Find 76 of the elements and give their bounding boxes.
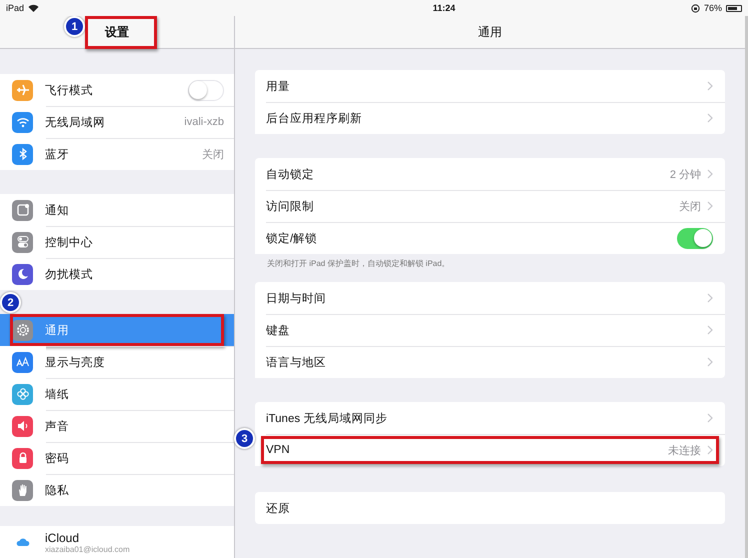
settings-item[interactable]: 无线局域网 ivali-xzb: [0, 106, 234, 138]
battery-icon: [726, 4, 742, 12]
row-label: VPN: [266, 444, 291, 456]
settings-item[interactable]: 隐私: [0, 474, 234, 506]
callout-badge: 1: [64, 16, 85, 37]
chevron-icon: [707, 325, 713, 335]
row-label: 键盘: [266, 324, 291, 338]
item-value: 关闭: [202, 148, 224, 162]
settings-item[interactable]: 飞行模式: [0, 74, 234, 106]
row-label: 自动锁定: [266, 168, 315, 182]
row-label: iTunes 无线局域网同步: [266, 412, 388, 426]
row-label: 用量: [266, 80, 291, 94]
device-name: iPad: [6, 3, 24, 13]
settings-item[interactable]: 墙纸: [0, 378, 234, 410]
chevron-icon: [707, 357, 713, 367]
chevron-icon: [707, 113, 713, 123]
item-label: 显示与亮度: [45, 355, 106, 370]
item-label: 通用: [45, 324, 70, 338]
settings-row[interactable]: 语言与地区: [255, 346, 725, 378]
chevron-icon: [707, 445, 713, 455]
settings-item[interactable]: iCloud xiazaiba01@icloud.com: [0, 526, 234, 558]
chevron-icon: [707, 81, 713, 91]
item-label: 蓝牙: [45, 148, 70, 162]
settings-row[interactable]: 后台应用程序刷新: [255, 102, 725, 134]
highlight-frame: [85, 16, 157, 49]
item-label: 声音: [45, 419, 70, 434]
settings-item[interactable]: 勿扰模式: [0, 258, 234, 290]
settings-row[interactable]: 自动锁定 2 分钟: [255, 158, 725, 190]
settings-item[interactable]: 显示与亮度: [0, 346, 234, 378]
row-label: 锁定/解锁: [266, 232, 318, 246]
item-value: ivali-xzb: [184, 116, 224, 128]
row-label: 语言与地区: [266, 355, 327, 370]
item-label: iCloud: [45, 530, 80, 544]
clock-time: 11:24: [432, 3, 456, 13]
sidebar-title: 设置: [105, 24, 129, 40]
wifi-signal-icon: [28, 4, 40, 12]
settings-item[interactable]: 控制中心: [0, 226, 234, 258]
settings-row[interactable]: 日期与时间: [255, 282, 725, 314]
row-value: 关闭: [679, 200, 701, 214]
account-email: xiazaiba01@icloud.com: [45, 544, 131, 554]
settings-row[interactable]: 还原: [255, 492, 725, 524]
settings-row[interactable]: 键盘: [255, 314, 725, 346]
item-label: 控制中心: [45, 235, 94, 250]
item-label: 勿扰模式: [45, 268, 94, 282]
row-label: 访问限制: [266, 199, 315, 214]
footnote-text: 关闭和打开 iPad 保护盖时，自动锁定和解锁 iPad。: [266, 258, 451, 270]
item-label: 无线局域网: [45, 116, 106, 130]
page-title: 通用: [478, 24, 502, 40]
chevron-icon: [707, 413, 713, 423]
callout-badge: 2: [0, 292, 21, 313]
settings-item[interactable]: 声音: [0, 410, 234, 442]
battery-percent: 76%: [704, 3, 722, 13]
chevron-icon: [707, 201, 713, 211]
settings-item[interactable]: 通知: [0, 194, 234, 226]
row-label: 后台应用程序刷新: [266, 111, 363, 126]
callout-badge: 3: [234, 428, 255, 449]
item-label: 飞行模式: [45, 84, 94, 98]
chevron-icon: [707, 293, 713, 303]
settings-row[interactable]: VPN 未连接: [255, 434, 725, 466]
settings-row[interactable]: 用量: [255, 70, 725, 102]
item-label: 墙纸: [45, 388, 70, 402]
item-label: 密码: [45, 451, 70, 466]
item-label: 隐私: [45, 484, 70, 498]
row-label: 日期与时间: [266, 292, 327, 306]
chevron-icon: [707, 169, 713, 179]
row-label: 还原: [266, 502, 291, 516]
settings-item[interactable]: 密码: [0, 442, 234, 474]
settings-row[interactable]: 锁定/解锁: [255, 222, 725, 254]
settings-item[interactable]: 蓝牙 关闭: [0, 138, 234, 170]
rotation-lock-icon: [690, 4, 700, 12]
row-value: 未连接: [668, 444, 701, 458]
settings-row[interactable]: 访问限制 关闭: [255, 190, 725, 222]
item-label: 通知: [45, 204, 70, 218]
row-value: 2 分钟: [670, 168, 701, 182]
toggle-switch[interactable]: [677, 228, 713, 248]
settings-row[interactable]: iTunes 无线局域网同步: [255, 402, 725, 434]
